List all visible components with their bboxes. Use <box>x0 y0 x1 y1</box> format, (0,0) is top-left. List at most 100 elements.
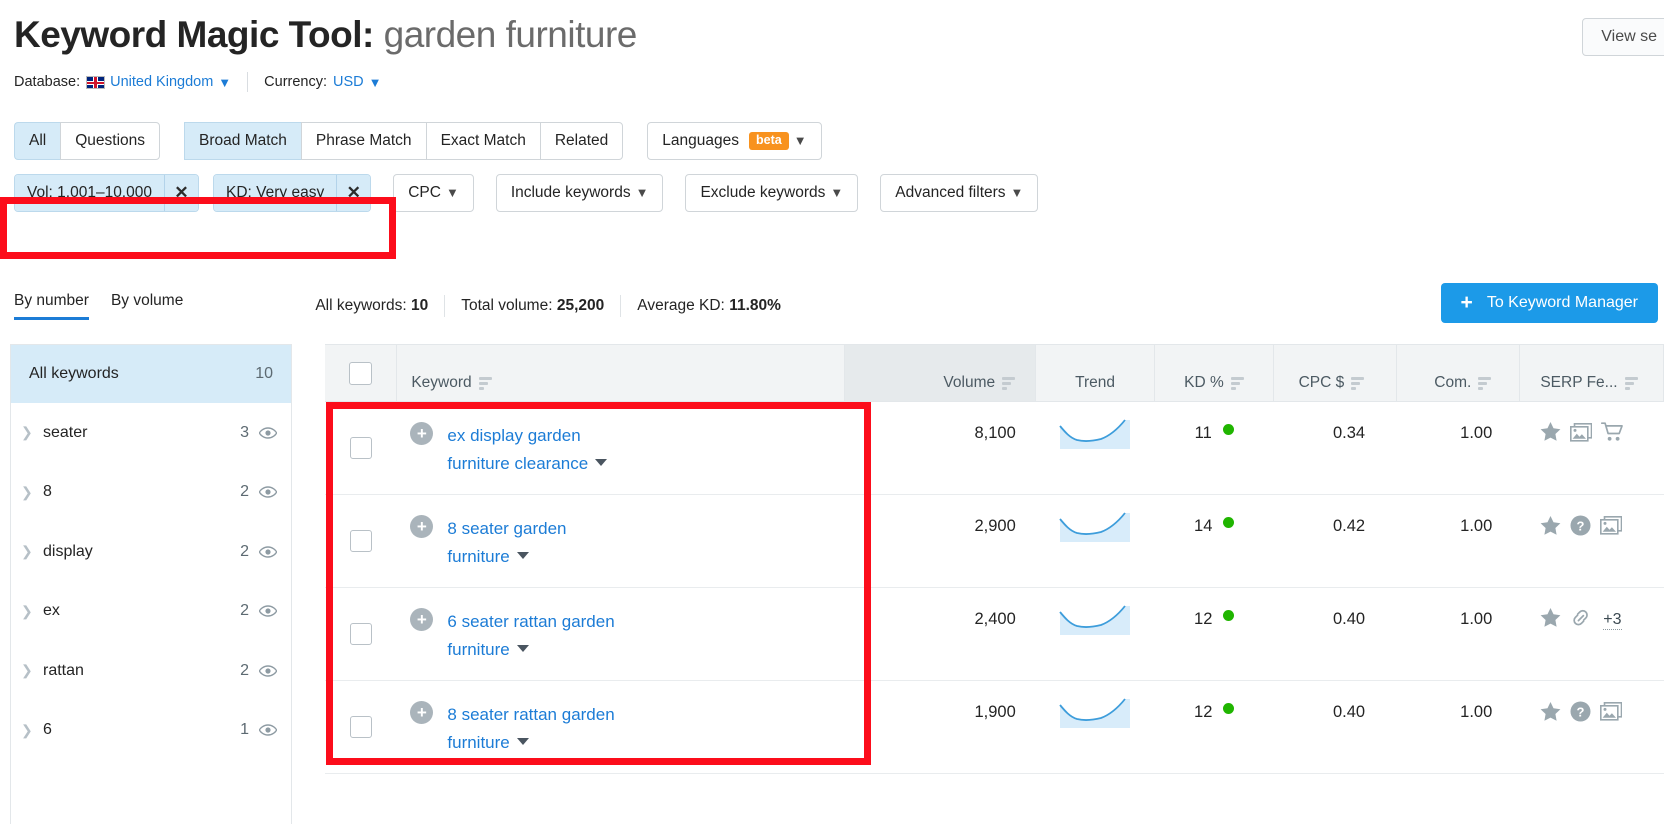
chevron-down-icon[interactable]: ▼ <box>218 75 231 90</box>
add-keyword-icon[interactable]: + <box>410 701 434 724</box>
row-checkbox[interactable] <box>349 623 372 645</box>
question-icon[interactable]: ? <box>1570 515 1591 541</box>
eye-icon[interactable] <box>259 665 277 677</box>
currency-value[interactable]: USD <box>333 74 364 90</box>
tab-exact-match[interactable]: Exact Match <box>425 122 540 160</box>
advanced-filters-button[interactable]: Advanced filters ▼ <box>880 174 1039 212</box>
chevron-right-icon[interactable]: ❯ <box>21 662 43 679</box>
star-icon[interactable] <box>1540 515 1561 541</box>
sidebar-item-6[interactable]: ❯ 6 1 <box>11 701 291 761</box>
sort-icon[interactable] <box>1624 377 1638 392</box>
cpc-filter-button[interactable]: CPC ▼ <box>393 174 474 212</box>
tab-broad-match[interactable]: Broad Match <box>184 122 301 160</box>
sidebar-item-8[interactable]: ❯ 8 2 <box>11 463 291 523</box>
add-keyword-icon[interactable]: + <box>410 515 434 538</box>
eye-icon[interactable] <box>259 486 277 498</box>
serp-features-cell <box>1520 402 1664 494</box>
question-icon[interactable]: ? <box>1570 701 1591 727</box>
chevron-down-icon[interactable] <box>516 645 529 652</box>
column-header-serp-features[interactable]: SERP Fe... <box>1519 345 1663 401</box>
column-header-kd[interactable]: KD % <box>1154 345 1273 401</box>
chevron-down-icon[interactable] <box>516 738 529 745</box>
star-icon[interactable] <box>1540 422 1561 447</box>
chevron-down-icon[interactable]: ▼ <box>446 183 459 203</box>
tab-questions[interactable]: Questions <box>60 122 161 160</box>
keyword-line-1: 8 seater garden <box>447 519 567 538</box>
sort-icon[interactable] <box>478 377 492 392</box>
table-row[interactable]: +8 seater rattan garden furniture 1,900 12 0… <box>325 681 1664 774</box>
row-checkbox[interactable] <box>349 716 372 738</box>
database-value[interactable]: United Kingdom <box>110 74 213 90</box>
chevron-down-icon[interactable]: ▼ <box>636 183 649 203</box>
sidebar-item-label: 6 <box>43 721 52 739</box>
eye-icon[interactable] <box>259 724 277 736</box>
filter-chip-kd[interactable]: KD: Very easy ✕ <box>212 174 372 212</box>
to-keyword-manager-button[interactable]: + To Keyword Manager <box>1440 283 1658 323</box>
sidebar-item-ex[interactable]: ❯ ex 2 <box>11 582 291 642</box>
sort-icon[interactable] <box>1351 377 1365 392</box>
chevron-down-icon[interactable]: ▼ <box>1011 183 1024 203</box>
eye-icon[interactable] <box>259 605 277 617</box>
images-icon[interactable] <box>1600 702 1623 726</box>
chevron-down-icon[interactable]: ▼ <box>794 131 807 151</box>
chevron-down-icon[interactable]: ▼ <box>369 75 382 90</box>
chevron-right-icon[interactable]: ❯ <box>21 722 43 739</box>
chevron-down-icon[interactable] <box>595 459 608 466</box>
sidebar-item-display[interactable]: ❯ display 2 <box>11 522 291 582</box>
row-checkbox[interactable] <box>349 437 372 459</box>
sort-icon[interactable] <box>1002 377 1016 392</box>
sidebar-item-rattan[interactable]: ❯ rattan 2 <box>11 641 291 701</box>
sidebar-item-all-keywords[interactable]: All keywords 10 <box>11 345 291 403</box>
sort-icon[interactable] <box>1230 377 1244 392</box>
currency-label: Currency: <box>264 74 328 90</box>
tab-by-number[interactable]: By number <box>14 292 89 320</box>
table-row[interactable]: +8 seater garden furniture 2,900 14 0.42 1.00… <box>325 495 1664 588</box>
trend-cell <box>1036 402 1155 494</box>
sort-icon[interactable] <box>1478 377 1492 392</box>
languages-button[interactable]: Languages beta ▼ <box>647 122 822 160</box>
chevron-right-icon[interactable]: ❯ <box>21 603 43 620</box>
select-all-checkbox[interactable] <box>349 361 373 385</box>
kd-status-dot <box>1223 610 1235 621</box>
row-checkbox[interactable] <box>349 530 372 552</box>
shopping-cart-icon[interactable] <box>1601 422 1624 447</box>
tab-all[interactable]: All <box>14 122 61 160</box>
include-keywords-button[interactable]: Include keywords ▼ <box>495 174 664 212</box>
add-keyword-icon[interactable]: + <box>410 608 434 631</box>
serp-features-more[interactable]: +3 <box>1603 611 1622 630</box>
eye-icon[interactable] <box>259 427 277 439</box>
tab-related[interactable]: Related <box>539 122 624 160</box>
table-row[interactable]: + ex display garden furniture clearance 8,1… <box>325 402 1664 495</box>
chevron-down-icon[interactable] <box>516 552 529 559</box>
filter-chip-volume[interactable]: Vol: 1,001–10,000 ✕ <box>14 174 199 212</box>
chevron-right-icon[interactable]: ❯ <box>21 543 43 560</box>
keyword-text[interactable]: 8 seater rattan garden furniture <box>447 701 614 757</box>
chevron-right-icon[interactable]: ❯ <box>21 484 43 501</box>
keyword-text[interactable]: 6 seater rattan garden furniture <box>447 608 614 664</box>
sidebar-item-seater[interactable]: ❯ seater 3 <box>11 403 291 463</box>
eye-icon[interactable] <box>259 546 277 558</box>
images-icon[interactable] <box>1570 422 1593 447</box>
column-header-keyword[interactable]: Keyword <box>396 345 844 401</box>
tab-by-volume[interactable]: By volume <box>111 292 183 320</box>
column-header-com[interactable]: Com. <box>1396 345 1519 401</box>
close-icon[interactable]: ✕ <box>163 175 198 211</box>
images-icon[interactable] <box>1600 516 1623 540</box>
table-row[interactable]: +6 seater rattan garden furniture 2,400 12 0… <box>325 588 1664 681</box>
keyword-text[interactable]: 8 seater garden furniture <box>447 515 566 571</box>
keyword-line-1: ex display garden <box>447 426 581 445</box>
chevron-right-icon[interactable]: ❯ <box>21 424 43 441</box>
star-icon[interactable] <box>1540 608 1561 633</box>
column-header-cpc[interactable]: CPC $ <box>1272 345 1396 401</box>
add-keyword-icon[interactable]: + <box>410 422 434 445</box>
star-icon[interactable] <box>1540 701 1561 727</box>
keyword-text[interactable]: ex display garden furniture clearance <box>447 422 608 478</box>
view-serp-button[interactable]: View se <box>1582 18 1664 56</box>
link-icon[interactable] <box>1570 608 1592 633</box>
column-header-volume[interactable]: Volume <box>843 345 1036 401</box>
close-icon[interactable]: ✕ <box>336 175 371 211</box>
tab-phrase-match[interactable]: Phrase Match <box>300 122 426 160</box>
exclude-keywords-button[interactable]: Exclude keywords ▼ <box>685 174 859 212</box>
keyword-line-1: 6 seater rattan garden <box>447 612 615 631</box>
chevron-down-icon[interactable]: ▼ <box>830 183 843 203</box>
